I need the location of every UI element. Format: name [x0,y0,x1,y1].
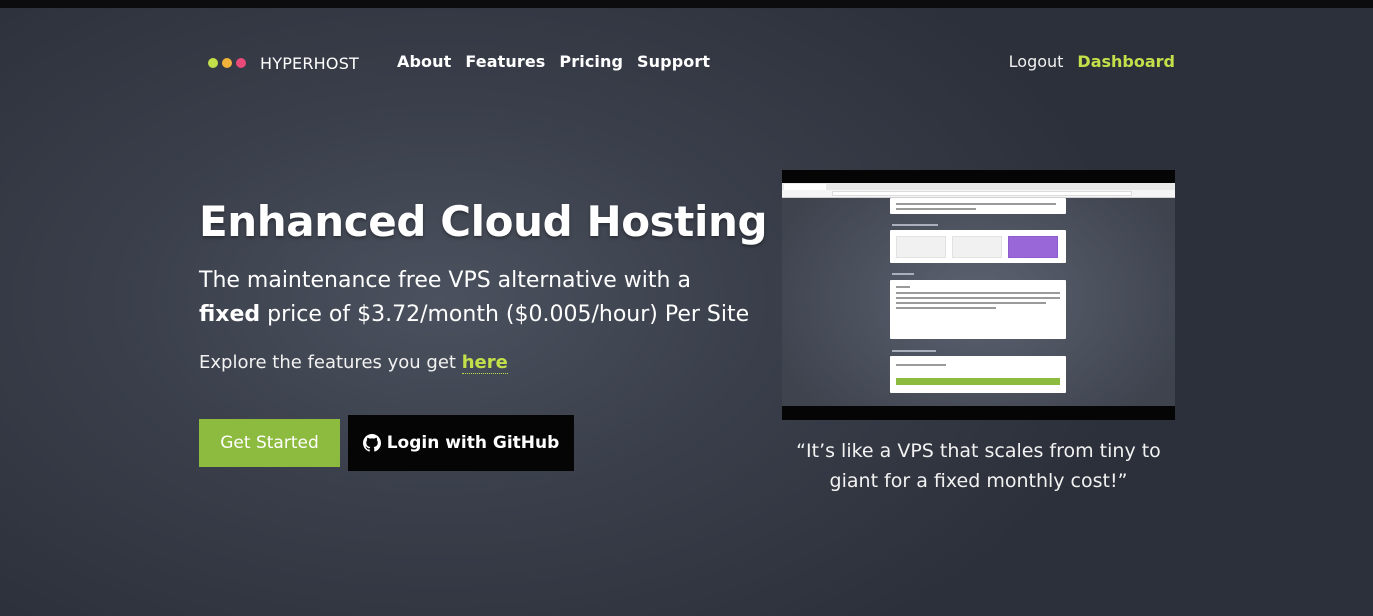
nav-link-features[interactable]: Features [465,52,545,71]
hero-subtitle-end: price of $3.72/month ($0.005/hour) Per S… [260,302,750,327]
video-card-config [890,280,1066,339]
video-card-platform [890,230,1066,263]
video-browser-urlbar [782,190,1175,198]
video-url-box [832,191,1132,196]
video-browser-tabs [782,183,1175,190]
dashboard-link[interactable]: Dashboard [1077,52,1175,71]
video-text-line [896,307,996,309]
video-card-notice [890,198,1066,214]
video-page-content [782,198,1175,406]
github-button-label: Login with GitHub [386,433,560,453]
nav-link-support[interactable]: Support [637,52,710,71]
nav-account: Logout Dashboard [1009,52,1175,71]
video-section-label [892,224,938,226]
logo-dot-green [208,58,218,68]
get-started-button[interactable]: Get Started [199,419,340,467]
logo-dot-pink [236,58,246,68]
video-text-line [896,208,976,210]
nav-link-about[interactable]: About [397,52,451,71]
nav-links: About Features Pricing Support [397,52,710,71]
hero-subtitle-bold: fixed [199,302,261,327]
video-text-line [896,286,910,288]
explore-text: Explore the features you get [199,352,462,373]
video-option [952,236,1002,258]
nav-link-pricing[interactable]: Pricing [559,52,623,71]
video-text-line [896,364,946,366]
explore-features: Explore the features you get here [199,352,508,374]
logo-dot-orange [222,58,232,68]
video-submit-bar [896,378,1060,385]
video-section-label [892,350,936,352]
video-letterbox-bottom [782,406,1175,420]
hero-subtitle: The maintenance free VPS alternative wit… [199,264,759,332]
main-nav: HYPERHOST About Features Pricing Support… [0,8,1373,116]
video-text-line [896,297,1060,299]
video-letterbox-top [782,170,1175,183]
video-text-line [896,203,1056,205]
features-here-link[interactable]: here [461,352,508,374]
testimonial-quote: “It’s like a VPS that scales from tiny t… [796,440,1161,492]
video-card-submit [890,356,1066,393]
logo[interactable]: HYPERHOST [208,53,359,73]
logout-link[interactable]: Logout [1009,52,1064,71]
video-section-label [892,273,914,275]
video-text-line [896,302,1046,304]
github-icon [362,434,381,452]
video-option [896,236,946,258]
top-border [0,0,1373,8]
video-text-line [896,292,1060,294]
hero-subtitle-start: The maintenance free VPS alternative wit… [199,268,691,293]
video-option-selected [1008,236,1058,258]
brand-name: HYPERHOST [260,53,360,73]
hero-title: Enhanced Cloud Hosting [199,197,768,246]
demo-video[interactable] [782,170,1175,420]
login-github-button[interactable]: Login with GitHub [348,415,574,471]
